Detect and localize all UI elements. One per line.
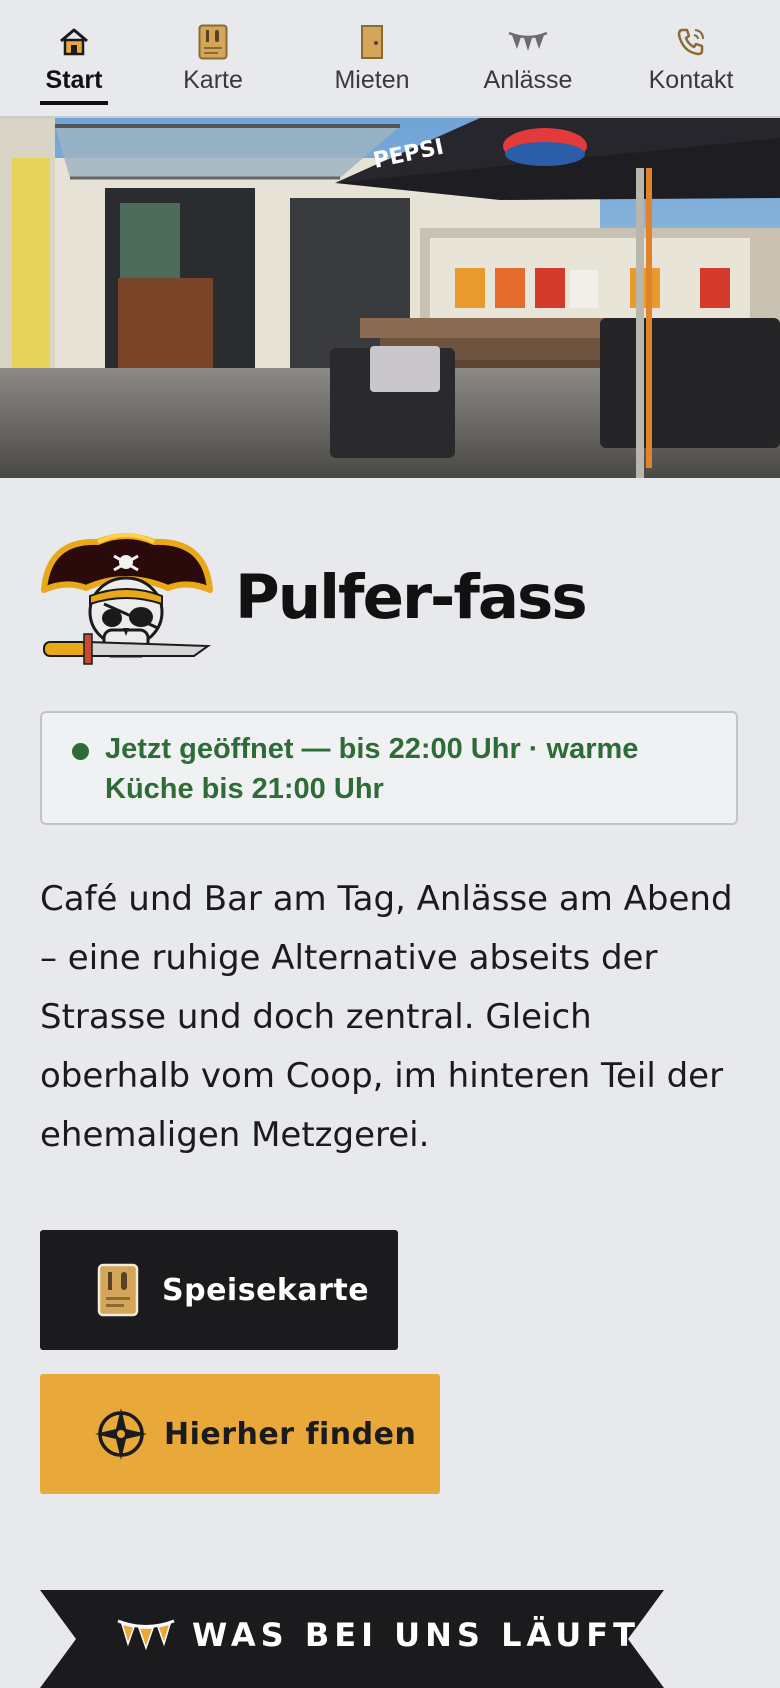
nav-item-karte[interactable]: Karte bbox=[172, 0, 254, 116]
menu-card-icon bbox=[198, 22, 228, 62]
speisekarte-button-label: Speisekarte bbox=[162, 1272, 370, 1308]
bunting-icon bbox=[116, 1616, 176, 1654]
nav-label-anlaesse: Anlässe bbox=[483, 66, 573, 94]
intro-paragraph: Café und Bar am Tag, Anlässe am Abend – … bbox=[40, 879, 733, 1155]
compass-icon bbox=[94, 1407, 148, 1461]
nav-item-mieten[interactable]: Mieten bbox=[316, 0, 428, 116]
opening-status-box: Jetzt geöffnet — bis 22:00 Uhr · warme K… bbox=[40, 711, 738, 825]
speisekarte-button[interactable]: Speisekarte bbox=[40, 1230, 398, 1350]
opening-status-text: Jetzt geöffnet — bis 22:00 Uhr · warme K… bbox=[105, 733, 639, 805]
nav-label-kontakt: Kontakt bbox=[648, 66, 734, 94]
menu-card-icon bbox=[96, 1263, 140, 1317]
active-tab-underline bbox=[40, 101, 108, 105]
nav-label-mieten: Mieten bbox=[334, 66, 410, 94]
nav-item-kontakt[interactable]: Kontakt bbox=[644, 0, 738, 116]
section-title: WAS BEI UNS LÄUFT bbox=[192, 1616, 640, 1654]
brand-name: Pulfer-fass bbox=[235, 562, 588, 633]
section-banner: WAS BEI UNS LÄUFT bbox=[40, 1590, 664, 1688]
pirate-skull-logo bbox=[38, 530, 214, 680]
top-navigation: Start Karte Mieten Anlässe Kontakt bbox=[0, 0, 780, 118]
phone-icon bbox=[675, 22, 707, 62]
nav-label-start: Start bbox=[45, 66, 103, 94]
hero-image: PEPSI bbox=[0, 118, 780, 478]
hierher-finden-button[interactable]: Hierher finden bbox=[40, 1374, 440, 1494]
nav-item-start[interactable]: Start bbox=[34, 0, 114, 116]
open-status-dot bbox=[72, 743, 89, 760]
home-icon bbox=[58, 22, 90, 62]
nav-label-karte: Karte bbox=[183, 66, 243, 94]
bunting-icon bbox=[507, 22, 549, 62]
door-icon bbox=[359, 22, 385, 62]
nav-item-anlaesse[interactable]: Anlässe bbox=[475, 0, 581, 116]
hierher-finden-button-label: Hierher finden bbox=[164, 1416, 417, 1452]
